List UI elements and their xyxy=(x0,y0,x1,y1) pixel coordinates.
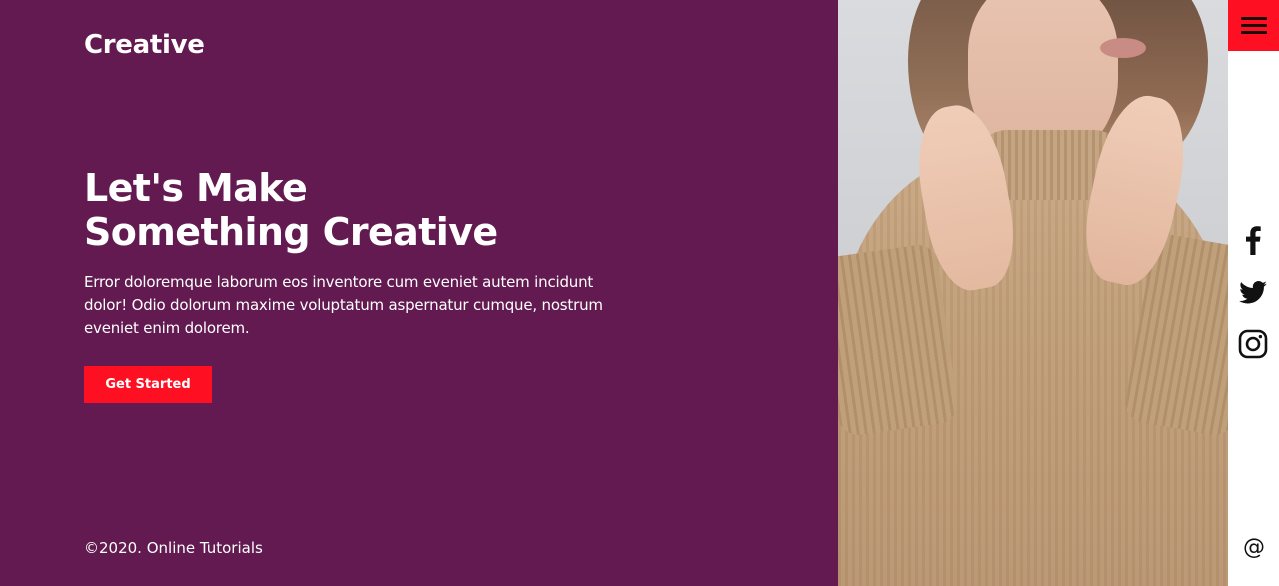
hero-panel: Creative Let's Make Something Creative E… xyxy=(0,0,838,586)
hero-photo xyxy=(838,0,1228,586)
facebook-icon xyxy=(1246,226,1261,255)
instagram-icon xyxy=(1238,329,1268,359)
photo-lips xyxy=(1100,38,1146,58)
at-sign-icon[interactable]: @ xyxy=(1240,535,1268,561)
site-logo[interactable]: Creative xyxy=(84,28,205,62)
twitter-icon xyxy=(1239,281,1267,304)
instagram-link[interactable] xyxy=(1237,328,1269,360)
hero-title-line-2: Something Creative xyxy=(84,210,498,254)
copyright-text: ©2020. Online Tutorials xyxy=(84,539,263,557)
social-sidebar: @ xyxy=(1228,0,1279,586)
hero-title: Let's Make Something Creative xyxy=(84,166,498,254)
hero-description: Error doloremque laborum eos inventore c… xyxy=(84,273,603,337)
twitter-link[interactable] xyxy=(1237,276,1269,308)
facebook-link[interactable] xyxy=(1237,224,1269,256)
hero-title-line-1: Let's Make xyxy=(84,166,308,210)
menu-toggle-button[interactable] xyxy=(1228,0,1279,51)
landing-page: Creative Let's Make Something Creative E… xyxy=(0,0,1279,586)
get-started-button[interactable]: Get Started xyxy=(84,366,212,403)
